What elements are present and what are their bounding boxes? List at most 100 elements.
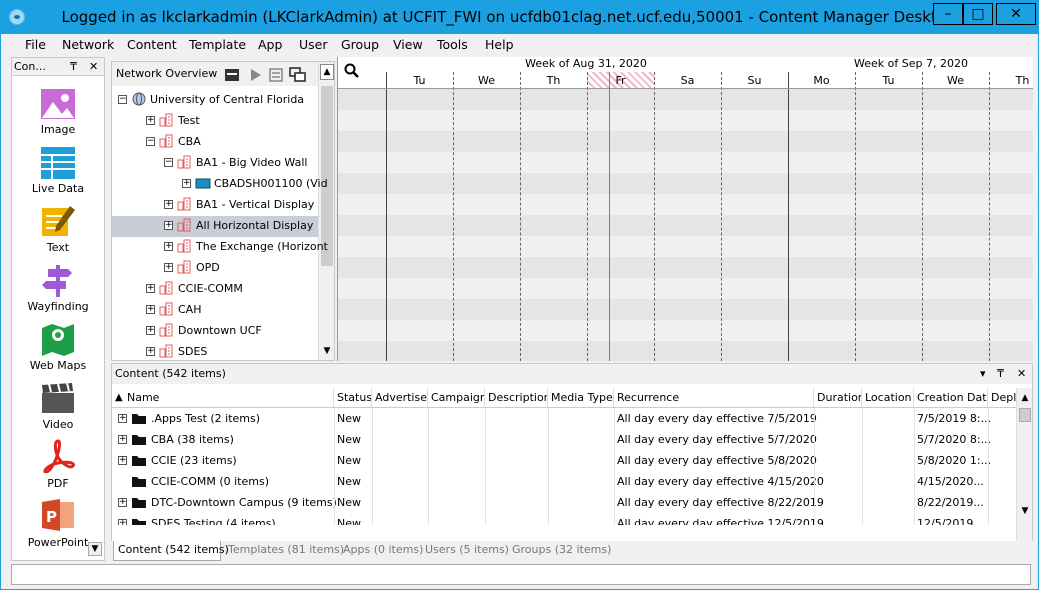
collapse-icon[interactable]: − xyxy=(146,137,155,146)
day-header[interactable]: We xyxy=(453,72,520,89)
day-header[interactable]: Su xyxy=(721,72,788,89)
calendar-row[interactable] xyxy=(338,131,1033,152)
tree-scrollbar[interactable]: ▲ ▼ xyxy=(318,62,334,360)
expand-icon[interactable]: + xyxy=(146,284,155,293)
tab-groups[interactable]: Groups (32 items) xyxy=(512,543,611,556)
calendar-row[interactable] xyxy=(338,152,1033,173)
content-scroll-up-icon[interactable]: ▲ xyxy=(1018,393,1032,405)
table-row[interactable]: + DTC-Downtown Campus (9 items) New All day… xyxy=(112,492,1016,513)
menu-file[interactable]: File xyxy=(25,37,46,52)
content-scroll-down-icon[interactable]: ▼ xyxy=(1018,506,1032,518)
day-header[interactable]: We xyxy=(922,72,989,89)
menu-tools[interactable]: Tools xyxy=(437,37,468,52)
maximize-button[interactable]: □ xyxy=(963,3,993,25)
day-header[interactable]: Th xyxy=(989,72,1033,89)
day-header[interactable]: Sa xyxy=(654,72,721,89)
menu-view[interactable]: View xyxy=(393,37,423,52)
calendar-row[interactable] xyxy=(338,194,1033,215)
day-header[interactable]: Th xyxy=(520,72,587,89)
sort-ascending-icon[interactable]: ▲ xyxy=(115,388,123,408)
tree-scroll-up-icon[interactable]: ▲ xyxy=(320,64,334,80)
table-row[interactable]: + SDES Testing (4 items) New All day every … xyxy=(112,513,1016,525)
expand-icon[interactable]: + xyxy=(146,305,155,314)
tab-users[interactable]: Users (5 items) xyxy=(425,543,509,556)
collapse-icon[interactable]: − xyxy=(164,158,173,167)
tree-node[interactable]: − CBA xyxy=(112,131,318,152)
calendar-row[interactable] xyxy=(338,299,1033,320)
column-header[interactable]: Depl xyxy=(988,388,1018,408)
tree-node[interactable]: + OPD xyxy=(112,257,318,278)
table-row[interactable]: + CBA (38 items) New All day every day effe… xyxy=(112,429,1016,450)
expand-icon[interactable]: + xyxy=(182,179,191,188)
column-header[interactable]: Status xyxy=(334,388,372,408)
menu-help[interactable]: Help xyxy=(485,37,514,52)
expand-icon[interactable]: + xyxy=(146,326,155,335)
tree-node[interactable]: + BA1 - Vertical Display xyxy=(112,194,318,215)
expand-icon[interactable]: + xyxy=(164,200,173,209)
day-header[interactable]: Mo xyxy=(788,72,855,89)
tab-content[interactable]: Content (542 items) xyxy=(118,543,229,556)
menu-content[interactable]: Content xyxy=(127,37,177,52)
content-dropdown-icon[interactable]: ▾ xyxy=(980,364,986,384)
tree-node[interactable]: + Downtown UCF xyxy=(112,320,318,341)
day-header[interactable]: Tu xyxy=(386,72,453,89)
menu-network[interactable]: Network xyxy=(62,37,114,52)
expand-icon[interactable]: + xyxy=(118,414,127,423)
tab-apps[interactable]: Apps (0 items) xyxy=(343,543,423,556)
column-header[interactable]: Description xyxy=(485,388,548,408)
column-header[interactable]: Name xyxy=(112,388,334,408)
column-header[interactable]: Media Type xyxy=(548,388,614,408)
calendar-row[interactable] xyxy=(338,278,1033,299)
search-icon[interactable] xyxy=(344,63,360,79)
close-button[interactable]: ✕ xyxy=(996,3,1036,25)
calendar-row[interactable] xyxy=(338,320,1033,341)
expand-icon[interactable]: + xyxy=(146,347,155,356)
content-scroll-thumb[interactable] xyxy=(1019,408,1031,422)
content-pin-icon[interactable]: ₸ xyxy=(997,364,1004,384)
pin-icon[interactable]: ₸ xyxy=(70,58,77,76)
column-header[interactable]: Advertiser xyxy=(372,388,428,408)
tree-node[interactable]: + CBADSH001100 (Vid xyxy=(112,173,328,194)
content-scrollbar[interactable]: ▲ ▼ xyxy=(1016,388,1032,542)
tree-node[interactable]: − University of Central Florida xyxy=(112,89,318,110)
tree-toolbar-schedule-icon[interactable] xyxy=(225,69,239,81)
menu-user[interactable]: User xyxy=(299,37,328,52)
content-close-icon[interactable]: ✕ xyxy=(1017,364,1026,384)
tree-node[interactable]: + Test xyxy=(112,110,318,131)
toolbox-scroll-down-icon[interactable]: ▼ xyxy=(88,542,102,556)
play-icon[interactable] xyxy=(251,69,261,81)
column-header[interactable]: Campaign xyxy=(428,388,485,408)
expand-icon[interactable]: + xyxy=(118,498,127,507)
calendar-row[interactable] xyxy=(338,173,1033,194)
expand-icon[interactable]: + xyxy=(118,456,127,465)
day-header[interactable]: Tu xyxy=(855,72,922,89)
expand-icon[interactable]: + xyxy=(164,263,173,272)
tree-node[interactable]: + CAH xyxy=(112,299,318,320)
calendar-row[interactable] xyxy=(338,89,1033,110)
table-row[interactable]: + .Apps Test (2 items) New All day every da… xyxy=(112,408,1016,429)
column-header[interactable]: Recurrence xyxy=(614,388,814,408)
menu-group[interactable]: Group xyxy=(341,37,379,52)
expand-icon[interactable]: + xyxy=(164,221,173,230)
table-row[interactable]: + CCIE (23 items) New All day every day eff… xyxy=(112,450,1016,471)
tree-node[interactable]: + The Exchange (Horizont xyxy=(112,236,328,257)
minimize-button[interactable]: – xyxy=(933,3,963,25)
tree-node[interactable]: + All Horizontal Display xyxy=(112,215,318,236)
calendar-row[interactable] xyxy=(338,110,1033,131)
collapse-icon[interactable]: − xyxy=(118,95,127,104)
tree-node[interactable]: + SDES xyxy=(112,341,318,362)
menu-template[interactable]: Template xyxy=(189,37,246,52)
column-header[interactable]: Duration xyxy=(814,388,862,408)
close-icon[interactable]: ✕ xyxy=(89,58,98,76)
expand-icon[interactable]: + xyxy=(146,116,155,125)
calendar-row[interactable] xyxy=(338,257,1033,278)
tab-templates[interactable]: Templates (81 items) xyxy=(228,543,344,556)
tree-node[interactable]: − BA1 - Big Video Wall xyxy=(112,152,318,173)
tree-toolbar-displays-icon[interactable] xyxy=(289,67,306,82)
column-header[interactable]: Creation Date xyxy=(914,388,988,408)
tree-scroll-down-icon[interactable]: ▼ xyxy=(320,344,334,358)
expand-icon[interactable]: + xyxy=(118,519,127,525)
menu-app[interactable]: App xyxy=(258,37,282,52)
tree-node[interactable]: + CCIE-COMM xyxy=(112,278,318,299)
calendar-row[interactable] xyxy=(338,341,1033,361)
